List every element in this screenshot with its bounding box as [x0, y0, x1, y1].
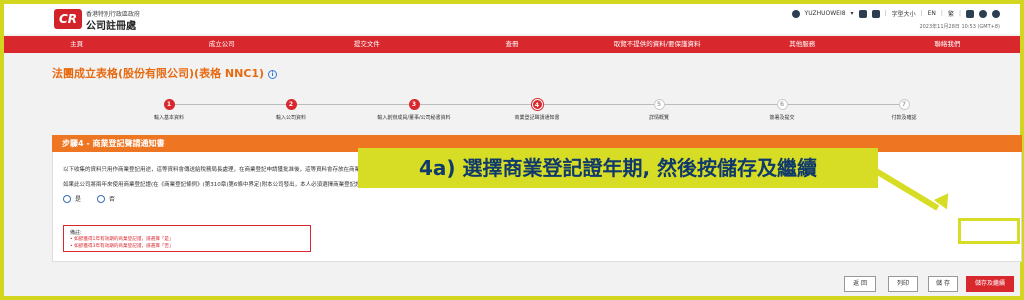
page-title-text: 法團成立表格(股份有限公司)(表格 NNC1): [52, 67, 265, 80]
remarks-item-1: • 如欲獲得1年有效期的商業登記證，請選擇「是」: [70, 237, 174, 242]
radio-yes[interactable]: 是: [63, 194, 81, 203]
radio-yes-label: 是: [75, 196, 82, 203]
nav-item-contact[interactable]: 聯絡我們: [875, 36, 1020, 53]
site-header: CR 香港特別行政區政府 公司註冊處 YUZHUOWEI8 ▾ | 字型大小 |…: [4, 4, 1020, 34]
lang-en-link[interactable]: EN: [928, 10, 936, 17]
share-icon[interactable]: [992, 9, 1000, 18]
user-icon: [791, 9, 800, 18]
help-icon[interactable]: [979, 9, 987, 18]
divider: |: [958, 10, 961, 17]
datetime: 2023年11月28日 10:53 (GMT+8): [919, 24, 1000, 30]
nav-item-home[interactable]: 主頁: [4, 36, 149, 53]
user-menu-chevron-icon[interactable]: ▾: [851, 10, 854, 17]
print-button[interactable]: 列印: [888, 276, 918, 292]
remarks-title: 備註:: [70, 230, 82, 236]
step-1-circle: 1: [163, 99, 175, 110]
mail-icon[interactable]: [871, 9, 880, 18]
step-6: 6 簽署及提交: [732, 99, 832, 121]
info-icon[interactable]: i: [268, 69, 278, 79]
step-7-circle: 7: [898, 99, 910, 110]
step-4: 4 商業登記聲請通知書: [487, 99, 587, 121]
print-icon[interactable]: [966, 9, 974, 18]
progress-stepper: 1 輸入基本資料 2 輸入公司資料 3 輸入創辦成員/董事/公司秘書資料 4 商…: [74, 99, 944, 129]
step-4-circle: 4: [531, 99, 543, 110]
br-period-radio-group: 是 否: [63, 194, 115, 203]
cart-icon[interactable]: [858, 9, 867, 18]
instruction-callout: 4a) 選擇商業登記證年期, 然後按儲存及繼續: [358, 148, 878, 188]
page-title: 法團成立表格(股份有限公司)(表格 NNC1) i: [52, 65, 278, 81]
divider: |: [920, 10, 923, 17]
save-and-continue-button[interactable]: 儲存及繼續: [966, 276, 1014, 292]
step-6-circle: 6: [776, 99, 788, 110]
nav-item-other-services[interactable]: 其他服務: [730, 36, 875, 53]
step-5-circle: 5: [653, 99, 665, 110]
step-3: 3 輸入創辦成員/董事/公司秘書資料: [364, 99, 464, 121]
step-7-label: 付款及確認: [891, 115, 917, 121]
step-3-circle: 3: [408, 99, 420, 110]
font-size-link[interactable]: 字型大小: [892, 9, 916, 18]
nav-item-withheld-info[interactable]: 取覽不提供的資料/要保護資料: [585, 36, 730, 53]
cr-logo[interactable]: CR: [54, 9, 82, 29]
remarks-box: 備註: • 如欲獲得1年有效期的商業登記證，請選擇「是」 • 如欲獲得3年有效期…: [63, 225, 311, 252]
step-1: 1 輸入基本資料: [119, 99, 219, 121]
main-nav: 主頁 成立公司 提交文件 查冊 取覽不提供的資料/要保護資料 其他服務 聯絡我們: [4, 36, 1020, 53]
lang-tc-link[interactable]: 繁: [948, 9, 954, 18]
divider: |: [940, 10, 943, 17]
step-5-label: 詳情概覽: [648, 115, 669, 121]
save-continue-highlight: [958, 218, 1020, 244]
remarks-item-2: • 如欲獲得3年有效期的商業登記證，請選擇「否」: [70, 244, 174, 249]
nav-item-submit-docs[interactable]: 提交文件: [294, 36, 439, 53]
step-7: 7 付款及確認: [854, 99, 954, 121]
nav-item-incorporate[interactable]: 成立公司: [149, 36, 294, 53]
step-1-label: 輸入基本資料: [153, 115, 184, 121]
step-2: 2 輸入公司資料: [241, 99, 341, 121]
user-toolbar: YUZHUOWEI8 ▾ | 字型大小 | EN | 繁 |: [791, 9, 1000, 18]
radio-yes-control[interactable]: [63, 194, 71, 203]
step-5: 5 詳情概覽: [609, 99, 709, 121]
step-2-circle: 2: [285, 99, 297, 110]
save-button[interactable]: 儲 存: [928, 276, 958, 292]
divider: |: [884, 10, 887, 17]
step-3-label: 輸入創辦成員/董事/公司秘書資料: [377, 115, 451, 121]
user-name[interactable]: YUZHUOWEI8: [805, 10, 846, 17]
radio-no-control[interactable]: [97, 194, 106, 203]
step-6-label: 簽署及提交: [769, 115, 795, 121]
step-2-label: 輸入公司資料: [275, 115, 306, 121]
radio-no-label: 否: [109, 196, 116, 203]
radio-no[interactable]: 否: [97, 194, 115, 203]
nav-item-search[interactable]: 查冊: [439, 36, 584, 53]
back-button[interactable]: 返 回: [844, 276, 876, 292]
logo-title: 公司註冊處: [86, 21, 136, 32]
step-4-label: 商業登記聲請通知書: [514, 115, 560, 121]
